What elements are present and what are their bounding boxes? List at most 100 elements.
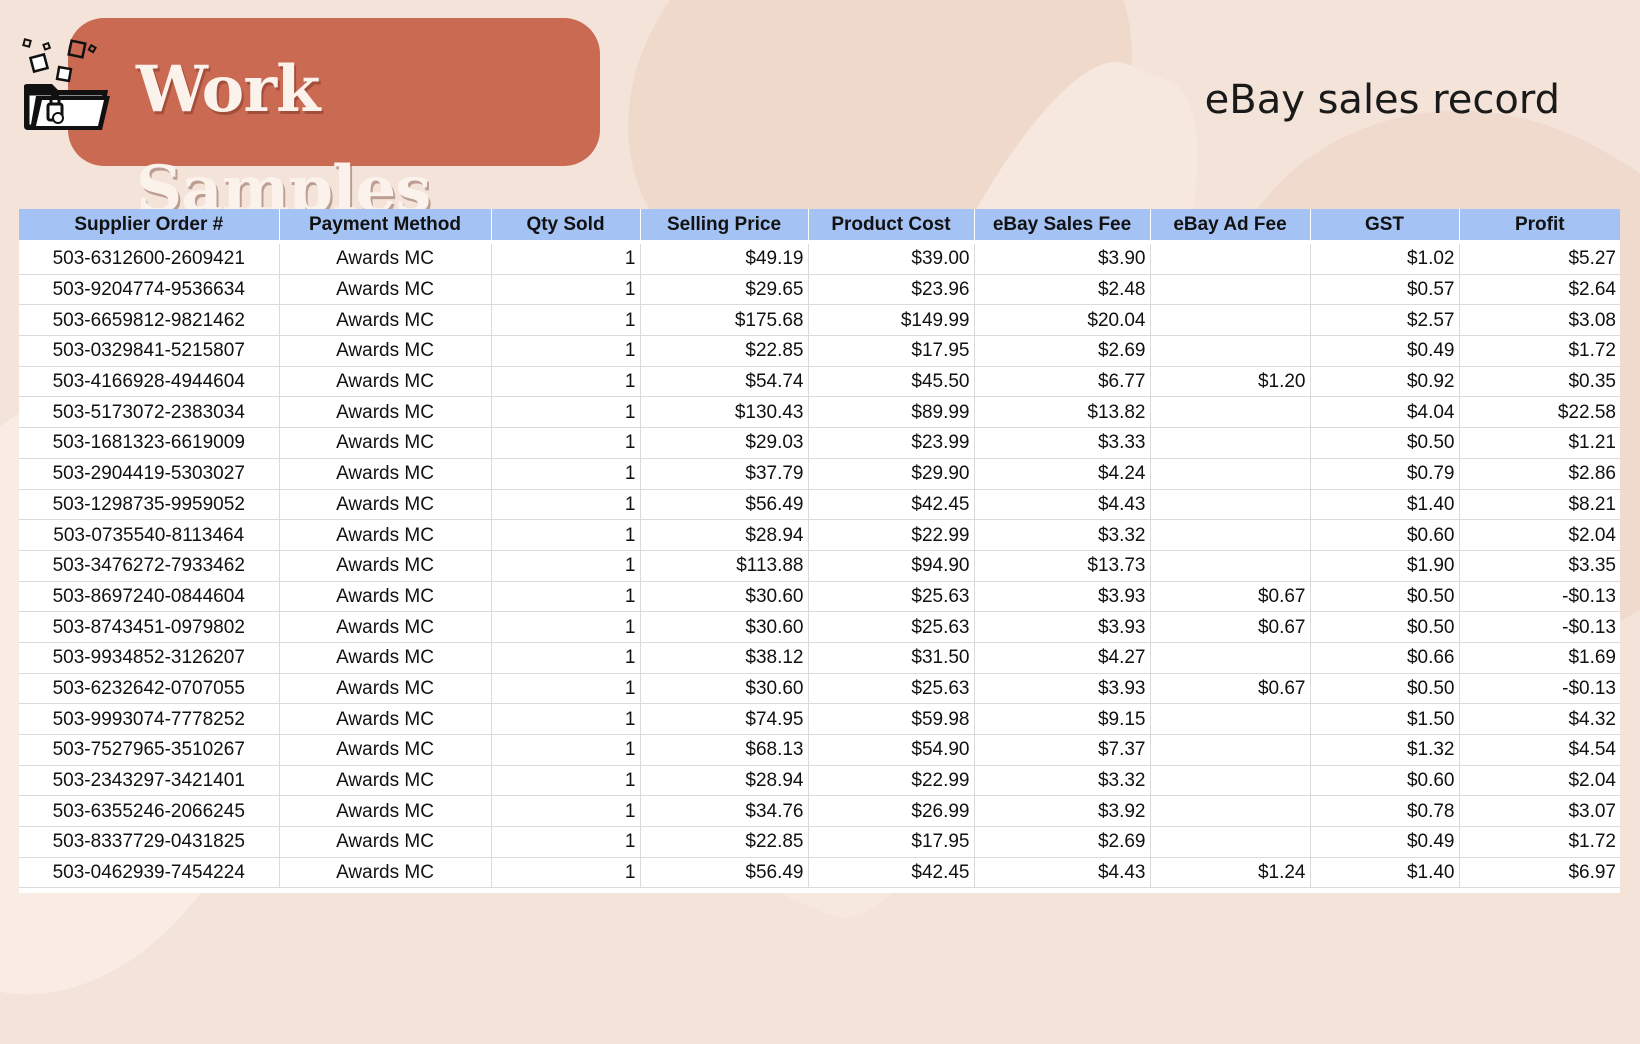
cell-ebay-ad-fee[interactable]: $1.20	[1150, 366, 1311, 398]
cell-profit[interactable]: $8.21	[1459, 489, 1620, 521]
cell-product-cost[interactable]: $45.50	[808, 366, 975, 398]
cell-profit[interactable]: $4.54	[1459, 734, 1620, 766]
cell-selling-price[interactable]: $34.76	[640, 795, 809, 828]
cell-ebay-sales-fee[interactable]: $3.90	[974, 242, 1151, 275]
column-header-payment-method[interactable]: Payment Method	[279, 209, 492, 244]
cell-ebay-ad-fee[interactable]	[1150, 703, 1311, 735]
cell-gst[interactable]: $0.49	[1310, 335, 1460, 367]
cell-profit[interactable]: $3.07	[1459, 795, 1620, 828]
cell-ebay-ad-fee[interactable]: $1.24	[1150, 857, 1311, 889]
cell-qty-sold[interactable]: 1	[491, 335, 641, 367]
cell-product-cost[interactable]: $25.63	[808, 581, 975, 613]
cell-gst[interactable]: $1.40	[1310, 857, 1460, 889]
cell-ebay-ad-fee[interactable]	[1150, 642, 1311, 674]
cell-product-cost[interactable]: $149.99	[808, 304, 975, 337]
cell-selling-price[interactable]: $68.13	[640, 734, 809, 766]
cell-payment-method[interactable]: Awards MC	[279, 734, 492, 766]
cell-ebay-ad-fee[interactable]	[1150, 335, 1311, 367]
cell-selling-price[interactable]: $54.74	[640, 366, 809, 398]
cell-selling-price[interactable]: $30.60	[640, 611, 809, 643]
cell-ebay-sales-fee[interactable]: $6.77	[974, 366, 1151, 398]
cell-ebay-sales-fee[interactable]: $13.82	[974, 396, 1151, 429]
cell-payment-method[interactable]: Awards MC	[279, 703, 492, 735]
cell-payment-method[interactable]: Awards MC	[279, 274, 492, 306]
cell-gst[interactable]: $2.57	[1310, 304, 1460, 337]
cell-gst[interactable]: $1.02	[1310, 242, 1460, 275]
cell-ebay-ad-fee[interactable]	[1150, 795, 1311, 828]
cell-profit[interactable]: $6.97	[1459, 857, 1620, 889]
cell-qty-sold[interactable]: 1	[491, 826, 641, 858]
cell-qty-sold[interactable]: 1	[491, 611, 641, 643]
cell-profit[interactable]: $3.35	[1459, 550, 1620, 582]
cell-product-cost[interactable]: $17.95	[808, 826, 975, 858]
cell-selling-price[interactable]: $30.60	[640, 581, 809, 613]
cell-profit[interactable]: $2.86	[1459, 458, 1620, 490]
cell-profit[interactable]: $1.21	[1459, 427, 1620, 459]
cell-product-cost[interactable]: $39.00	[808, 242, 975, 275]
cell-ebay-ad-fee[interactable]	[1150, 427, 1311, 459]
cell-gst[interactable]: $0.60	[1310, 765, 1460, 797]
cell-qty-sold[interactable]: 1	[491, 765, 641, 797]
cell-payment-method[interactable]: Awards MC	[279, 611, 492, 643]
cell-qty-sold[interactable]: 1	[491, 396, 641, 429]
cell-ebay-sales-fee[interactable]: $3.32	[974, 765, 1151, 797]
column-header-supplier-order[interactable]: Supplier Order #	[19, 209, 280, 244]
cell-supplier-order[interactable]: 503-9934852-3126207	[19, 642, 280, 674]
cell-ebay-sales-fee[interactable]: $3.93	[974, 673, 1151, 705]
column-header-gst[interactable]: GST	[1310, 209, 1460, 244]
cell-payment-method[interactable]: Awards MC	[279, 581, 492, 613]
cell-supplier-order[interactable]: 503-3476272-7933462	[19, 550, 280, 582]
cell-gst[interactable]: $0.79	[1310, 458, 1460, 490]
cell-selling-price[interactable]: $28.94	[640, 519, 809, 551]
cell-supplier-order[interactable]: 503-8337729-0431825	[19, 826, 280, 858]
cell-ebay-sales-fee[interactable]: $4.27	[974, 642, 1151, 674]
cell-profit[interactable]: $4.32	[1459, 703, 1620, 735]
cell-supplier-order[interactable]: 503-6312600-2609421	[19, 242, 280, 275]
cell-gst[interactable]: $1.90	[1310, 550, 1460, 582]
cell-gst[interactable]: $1.32	[1310, 734, 1460, 766]
cell-payment-method[interactable]: Awards MC	[279, 458, 492, 490]
cell-selling-price[interactable]: $22.85	[640, 826, 809, 858]
cell-gst[interactable]: $0.78	[1310, 795, 1460, 828]
cell-ebay-ad-fee[interactable]	[1150, 396, 1311, 429]
cell-payment-method[interactable]: Awards MC	[279, 335, 492, 367]
cell-selling-price[interactable]: $28.94	[640, 765, 809, 797]
cell-product-cost[interactable]: $17.95	[808, 335, 975, 367]
cell-product-cost[interactable]: $22.99	[808, 765, 975, 797]
cell-supplier-order[interactable]: 503-1298735-9959052	[19, 489, 280, 521]
cell-profit[interactable]: $3.08	[1459, 304, 1620, 337]
cell-payment-method[interactable]: Awards MC	[279, 489, 492, 521]
cell-product-cost[interactable]: $54.90	[808, 734, 975, 766]
cell-selling-price[interactable]: $49.19	[640, 242, 809, 275]
cell-profit[interactable]: $1.69	[1459, 642, 1620, 674]
cell-profit[interactable]: -$0.13	[1459, 673, 1620, 705]
cell-profit[interactable]: $22.58	[1459, 396, 1620, 429]
cell-profit[interactable]: $2.04	[1459, 519, 1620, 551]
cell-selling-price[interactable]: $56.49	[640, 489, 809, 521]
column-header-qty-sold[interactable]: Qty Sold	[491, 209, 641, 244]
cell-ebay-sales-fee[interactable]: $3.93	[974, 581, 1151, 613]
cell-selling-price[interactable]: $38.12	[640, 642, 809, 674]
cell-ebay-sales-fee[interactable]: $2.69	[974, 826, 1151, 858]
cell-payment-method[interactable]: Awards MC	[279, 519, 492, 551]
cell-profit[interactable]: $2.04	[1459, 765, 1620, 797]
cell-ebay-ad-fee[interactable]	[1150, 274, 1311, 306]
cell-gst[interactable]: $0.50	[1310, 581, 1460, 613]
cell-gst[interactable]: $4.04	[1310, 396, 1460, 429]
cell-supplier-order[interactable]: 503-8743451-0979802	[19, 611, 280, 643]
cell-payment-method[interactable]: Awards MC	[279, 642, 492, 674]
cell-product-cost[interactable]: $25.63	[808, 673, 975, 705]
cell-product-cost[interactable]: $42.45	[808, 489, 975, 521]
cell-selling-price[interactable]: $37.79	[640, 458, 809, 490]
cell-ebay-sales-fee[interactable]: $3.93	[974, 611, 1151, 643]
cell-profit[interactable]: -$0.13	[1459, 611, 1620, 643]
cell-product-cost[interactable]: $59.98	[808, 703, 975, 735]
cell-qty-sold[interactable]: 1	[491, 304, 641, 337]
cell-ebay-ad-fee[interactable]: $0.67	[1150, 611, 1311, 643]
cell-supplier-order[interactable]: 503-2904419-5303027	[19, 458, 280, 490]
cell-supplier-order[interactable]: 503-9204774-9536634	[19, 274, 280, 306]
cell-qty-sold[interactable]: 1	[491, 242, 641, 275]
cell-ebay-sales-fee[interactable]: $4.43	[974, 857, 1151, 889]
cell-qty-sold[interactable]: 1	[491, 642, 641, 674]
cell-qty-sold[interactable]: 1	[491, 519, 641, 551]
